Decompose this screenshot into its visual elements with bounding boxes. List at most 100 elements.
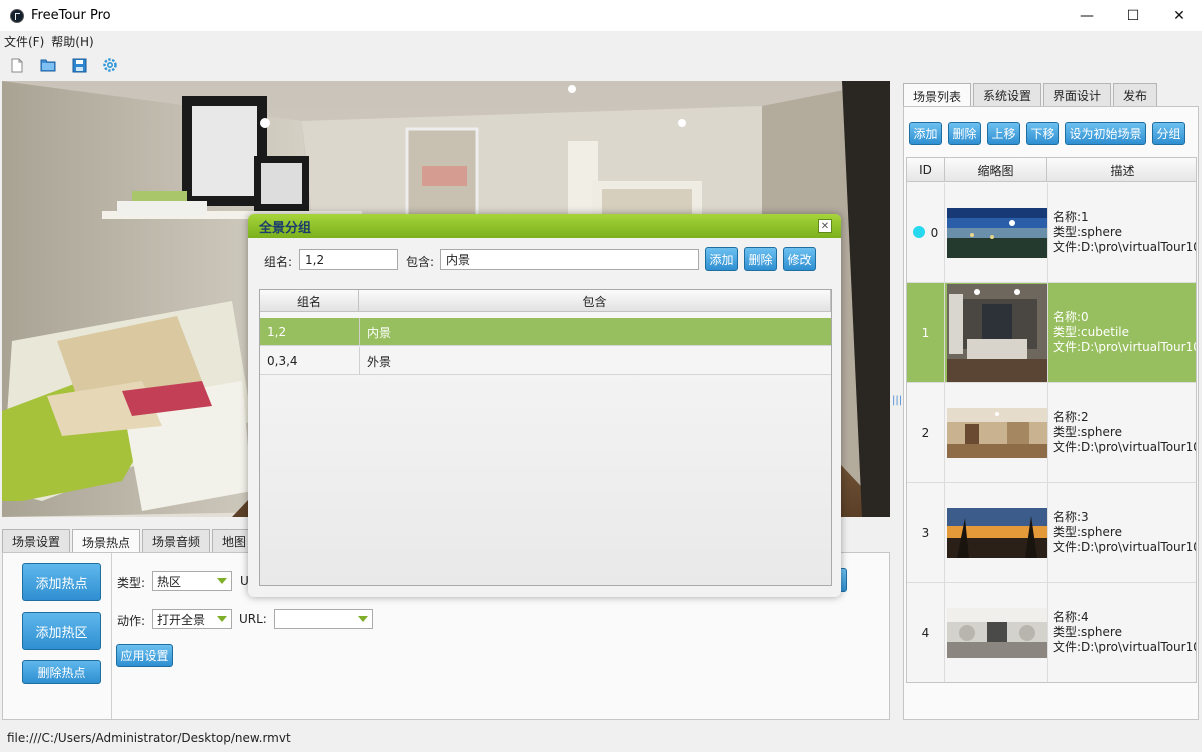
add-hotspot-button[interactable]: 添加热点 [22,563,101,601]
close-button[interactable]: ✕ [1156,0,1202,31]
row-id: 3 [907,483,945,583]
row-id-text: 0 [930,226,939,240]
cell-divider [1047,383,1048,483]
close-icon: ✕ [1173,7,1185,24]
chevron-down-icon [217,578,227,584]
minimize-button[interactable]: — [1064,0,1110,31]
name-label: 名称: [1053,210,1082,224]
name-label: 名称: [1053,510,1082,524]
file-label: 文件: [1053,340,1082,354]
scene-name: 2 [1081,410,1089,424]
maximize-button[interactable]: ☐ [1110,0,1156,31]
scene-description: 名称:4 类型:sphere 文件:D:\pro\virtualTour10 [1053,610,1196,655]
move-up-button[interactable]: 上移 [987,122,1020,145]
dialog-delete-button[interactable]: 删除 [744,247,777,271]
delete-hotspot-button[interactable]: 删除热点 [22,660,101,684]
type-select[interactable]: 热区 [152,571,232,591]
dialog-modify-button[interactable]: 修改 [783,247,816,271]
row-id: 4 [907,583,945,682]
delete-scene-button[interactable]: 删除 [948,122,981,145]
dialog-close-button[interactable]: ✕ [818,219,832,233]
url-label: URL: [239,612,267,626]
save-icon[interactable] [70,56,88,74]
contains-label: 包含: [406,255,435,269]
cell-divider [1047,483,1048,583]
table-row[interactable]: 0,3,4 外景 [260,347,831,375]
close-icon: ✕ [820,220,830,232]
scene-file: D:\pro\virtualTour10 [1081,340,1197,354]
header-description[interactable]: 描述 [1047,158,1196,182]
tab-ui-design[interactable]: 界面设计 [1043,83,1112,107]
row-id-text: 1 [921,326,930,340]
scene-thumbnail [947,608,1047,658]
table-row[interactable]: 2 名称:2 类型:sphere 文件:D:\pro\virtualTour10 [907,383,1196,483]
right-tabs: 场景列表 系统设置 界面设计 发布 [903,83,1159,108]
panel-splitter[interactable]: ||| [892,81,902,720]
settings-icon[interactable] [101,56,119,74]
table-row[interactable]: 1 名称:0 类型:cubetile 文件:D:\pro\virtualTour… [907,283,1197,383]
tab-scene-audio[interactable]: 场景音频 [142,529,211,553]
file-label: 文件: [1053,240,1082,254]
menu-bar: 文件(F) 帮助(H) [0,31,1202,51]
menu-help[interactable]: 帮助(H) [51,33,93,50]
new-file-icon[interactable] [8,56,26,74]
tab-scene-hotspots[interactable]: 场景热点 [72,529,141,554]
scene-table-header: ID 缩略图 描述 [907,158,1196,182]
scene-description: 名称:3 类型:sphere 文件:D:\pro\virtualTour10 [1053,510,1197,555]
apply-settings-button[interactable]: 应用设置 [116,644,173,667]
tab-scene-list[interactable]: 场景列表 [903,83,972,108]
menu-file[interactable]: 文件(F) [4,33,44,50]
table-row[interactable]: 4 名称:4 类型:sphere 文件:D:\pro\virtualTour10 [907,583,1196,682]
type-label: 类型: [1053,425,1082,439]
row-id-text: 4 [921,626,930,640]
url-select[interactable] [274,609,373,629]
table-row[interactable]: 3 名称:3 类型:sphere 文件:D:\pro\virtualTour10 [907,483,1197,583]
scene-name: 0 [1081,310,1089,324]
status-bar: file:///C:/Users/Administrator/Desktop/n… [0,723,1202,752]
header-id[interactable]: ID [907,158,945,182]
name-label: 名称: [1053,610,1082,624]
dialog-add-button[interactable]: 添加 [705,247,738,271]
group-name-input[interactable]: 1,2 [299,249,398,270]
scene-type: sphere [1081,425,1122,439]
file-label: 文件: [1053,440,1082,454]
add-hotzone-button[interactable]: 添加热区 [22,612,101,650]
minimize-icon: — [1080,7,1094,24]
table-row[interactable]: 0 名称:1 类型:sphere 文件:D:\pro\virtualTour10 [907,183,1196,283]
toolbar [0,51,1202,79]
file-label: 文件: [1053,640,1082,654]
group-button[interactable]: 分组 [1152,122,1185,145]
title-bar: FreeTour Pro — ☐ ✕ [0,0,1202,31]
chevron-down-icon [358,616,368,622]
group-name-cell: 1,2 [267,325,287,339]
scene-type: cubetile [1081,325,1130,339]
panorama-group-dialog: 全景分组 ✕ 组名: 1,2 包含: 内景 添加 删除 修改 组名 包含 1,2… [248,214,841,597]
app-logo-icon [10,8,24,23]
header-group-name[interactable]: 组名 [260,290,359,312]
tab-system-settings[interactable]: 系统设置 [973,83,1042,107]
add-scene-button[interactable]: 添加 [909,122,942,145]
scene-editor-tabs: 场景设置 场景热点 场景音频 地图 [2,529,258,554]
scene-type: sphere [1081,225,1122,239]
file-label: 文件: [1053,540,1082,554]
scene-file: D:\pro\virtualTour10 [1081,540,1197,554]
scene-thumbnail [947,508,1047,558]
action-select[interactable]: 打开全景 [152,609,232,629]
table-row[interactable]: 1,2 内景 [260,318,831,346]
scene-thumbnail [947,208,1047,258]
set-initial-scene-button[interactable]: 设为初始场景 [1065,122,1146,145]
header-thumbnail[interactable]: 缩略图 [945,158,1047,182]
open-folder-icon[interactable] [39,56,57,74]
name-label: 名称: [1053,410,1082,424]
type-label: 类型: [1053,325,1082,339]
move-down-button[interactable]: 下移 [1026,122,1059,145]
tab-publish[interactable]: 发布 [1113,83,1158,107]
type-label: 类型: [1053,625,1082,639]
contains-input[interactable]: 内景 [440,249,699,270]
tab-scene-settings[interactable]: 场景设置 [2,529,71,553]
dialog-title-bar[interactable]: 全景分组 ✕ [248,214,841,238]
type-label: 类型: [1053,225,1082,239]
panel-divider [111,553,112,719]
header-contains[interactable]: 包含 [359,290,831,312]
scene-description: 名称:0 类型:cubetile 文件:D:\pro\virtualTour10 [1053,310,1197,355]
